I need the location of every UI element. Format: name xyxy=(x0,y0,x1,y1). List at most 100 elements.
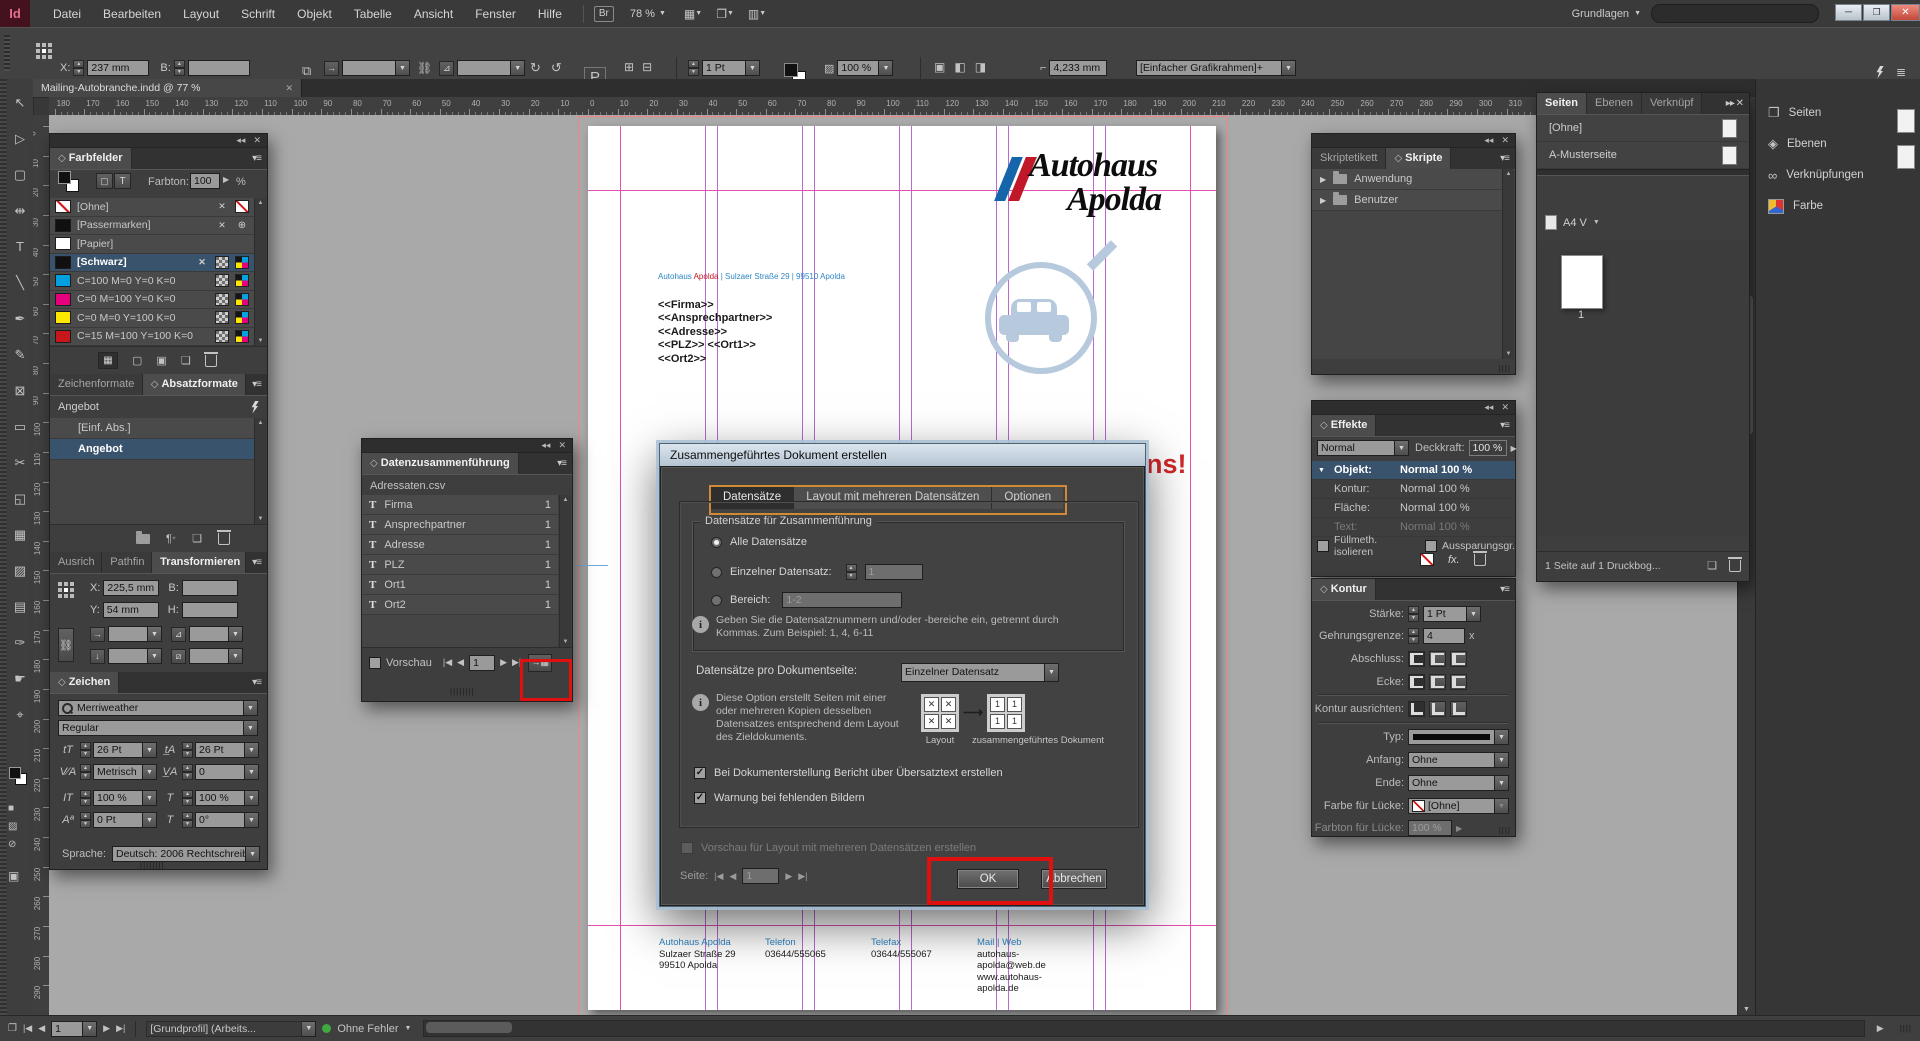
fx-button[interactable]: fx. xyxy=(1448,554,1460,566)
tab-skriptetikett[interactable]: Skriptetikett xyxy=(1312,148,1386,169)
dialog-page-field[interactable]: 1 xyxy=(742,868,779,884)
zeichen-leading-combo[interactable]: 26 Pt▼ xyxy=(195,742,259,758)
swatch-view-list-button[interactable]: ▢ xyxy=(132,354,142,367)
language-combo[interactable]: Deutsch: 2006 Rechtschreibr...▼ xyxy=(112,846,260,862)
fill-stroke-proxy[interactable] xyxy=(58,171,80,193)
tab-ebenen[interactable]: Ebenen xyxy=(1587,93,1642,114)
gap-color-combo[interactable]: [Ohne]▼ xyxy=(1408,798,1509,814)
merge-field-placeholder[interactable]: <<PLZ>> <<Ort1>> xyxy=(658,339,772,352)
cap-button-3[interactable] xyxy=(1450,651,1467,667)
menu-bearbeiten[interactable]: Bearbeiten xyxy=(92,0,172,27)
chevron-down-icon[interactable]: ▼ xyxy=(405,1025,412,1032)
merge-field-placeholder[interactable]: <<Ansprechpartner>> xyxy=(658,312,772,325)
opacity-slider-icon[interactable]: ▶ xyxy=(1511,444,1517,453)
opacity-combo[interactable]: 100 %▼ xyxy=(837,60,893,76)
tab-effekte[interactable]: ◇Effekte xyxy=(1312,415,1376,436)
line-tool[interactable]: ╲ xyxy=(7,271,33,295)
join-button-3[interactable] xyxy=(1450,674,1467,690)
panel-resize-grip[interactable]: |||| xyxy=(1499,828,1511,834)
formatting-text-button[interactable]: T xyxy=(114,173,131,189)
master-page-row[interactable]: A-Musterseite xyxy=(1537,142,1749,169)
effects-row[interactable]: ▼Fläche:Normal 100 % xyxy=(1312,499,1515,518)
tab-zeichenformate[interactable]: Zeichenformate xyxy=(50,374,143,395)
delete-style-button[interactable] xyxy=(218,533,230,545)
pen-tool[interactable]: ✒ xyxy=(7,307,33,331)
next-page-icon[interactable]: ▶ xyxy=(785,871,792,882)
tab-ausrichten[interactable]: Ausrich xyxy=(50,552,102,573)
menu-datei[interactable]: Datei xyxy=(42,0,92,27)
b-field[interactable] xyxy=(188,60,250,76)
merge-field-placeholder[interactable]: <<Adresse>> xyxy=(658,326,772,339)
data-source-row[interactable]: Adressaten.csv xyxy=(362,475,572,497)
quick-apply-icon[interactable] xyxy=(1876,66,1884,79)
panel-menu-icon[interactable]: ▾≡ xyxy=(551,458,572,469)
merge-field-row[interactable]: TOrt21 xyxy=(362,595,558,615)
cap-button-2[interactable] xyxy=(1429,651,1446,667)
font-style-combo[interactable]: Regular▼ xyxy=(58,720,258,736)
search-input[interactable] xyxy=(1651,4,1819,23)
zeichen-leading-stepper[interactable]: ▲▼ xyxy=(182,742,193,758)
tab-absatzformate[interactable]: ◇Absatzformate xyxy=(143,374,246,395)
dock-item-ebenen[interactable]: ◈Ebenen xyxy=(1756,130,1906,158)
first-record-icon[interactable]: |◀ xyxy=(443,657,452,668)
constrain-proportions-icon[interactable]: ⧉ xyxy=(302,63,311,79)
tab-transformieren[interactable]: Transformieren xyxy=(152,552,246,573)
datamerge-scrollbar[interactable]: ▲▼ xyxy=(559,495,571,647)
scale-x-combo[interactable]: ▼ xyxy=(342,60,410,76)
single-record-field[interactable]: 1 xyxy=(865,564,923,580)
merge-field-row[interactable]: TFirma1 xyxy=(362,495,558,515)
panel-menu-icon[interactable]: ▾≡ xyxy=(1494,420,1515,431)
note-tool[interactable]: ▤ xyxy=(7,595,33,619)
stroke-type-combo[interactable]: ▼ xyxy=(1408,729,1509,745)
swatch-row[interactable]: C=0 M=100 Y=0 K=0 xyxy=(50,291,254,310)
select-content-icon[interactable]: ⊟ xyxy=(642,60,652,74)
zeichen-baseline-shift-combo[interactable]: 0 Pt▼ xyxy=(93,812,157,828)
create-merged-document-button[interactable]: →▦ xyxy=(528,654,552,672)
dock-item-farbe[interactable]: Farbe xyxy=(1756,192,1906,220)
panel-resize-grip[interactable]: |||||||| xyxy=(450,689,475,695)
zeichen-kerning-stepper[interactable]: ▲▼ xyxy=(80,764,91,780)
scrollbar-thumb[interactable] xyxy=(426,1022,512,1033)
last-page-button[interactable]: ▶| xyxy=(116,1023,125,1034)
new-style-button[interactable]: ❏ xyxy=(192,532,202,545)
rectangle-frame-tool[interactable]: ⊠ xyxy=(7,379,33,403)
zeichen-tracking-stepper[interactable]: ▲▼ xyxy=(182,764,193,780)
direct-selection-tool[interactable]: ▷ xyxy=(7,127,33,151)
stroke-end-combo[interactable]: Ohne▼ xyxy=(1408,775,1509,791)
page-thumbnail[interactable] xyxy=(1561,255,1603,309)
next-page-button[interactable]: ▶ xyxy=(103,1023,110,1034)
wrap-none-icon[interactable]: ▣ xyxy=(934,60,945,74)
align-stroke-button-3[interactable] xyxy=(1450,701,1467,717)
zeichen-tracking-combo[interactable]: 0▼ xyxy=(195,764,259,780)
apply-color-button[interactable]: ■ xyxy=(8,803,14,814)
merge-field-row[interactable]: TAdresse1 xyxy=(362,535,558,555)
zeichen-horizontal-scale-stepper[interactable]: ▲▼ xyxy=(182,790,193,806)
margin-guide[interactable] xyxy=(1190,126,1191,1010)
panel-menu-icon[interactable]: ▸▸ ✕ xyxy=(1720,98,1749,109)
close-icon[interactable]: ✕ xyxy=(253,135,261,146)
maximize-button[interactable]: ❐ xyxy=(1863,4,1890,21)
rectangle-tool[interactable]: ▭ xyxy=(7,415,33,439)
workspace-switcher[interactable]: Grundlagen▼ xyxy=(1572,8,1641,20)
effects-row[interactable]: ▼Kontur:Normal 100 % xyxy=(1312,480,1515,499)
stroke-weight-combo[interactable]: 1 Pt▼ xyxy=(702,60,760,76)
zoom-tool[interactable]: ⌖ xyxy=(7,703,33,727)
stepper[interactable]: ▲▼ xyxy=(1408,628,1419,644)
pages-splitter[interactable] xyxy=(1537,169,1749,176)
page-number-combo[interactable]: 1▼ xyxy=(51,1021,97,1037)
margin-guide[interactable] xyxy=(620,126,621,1010)
swatch-view-small-button[interactable]: ▣ xyxy=(156,354,166,367)
last-page-icon[interactable]: ▶| xyxy=(798,871,807,882)
tscale-y-combo[interactable]: ▼ xyxy=(108,648,162,664)
overset-report-checkbox[interactable]: ✓ xyxy=(694,767,706,779)
paragraph-style-row[interactable]: Angebot xyxy=(50,439,254,460)
zeichen-font-size-combo[interactable]: 26 Pt▼ xyxy=(93,742,157,758)
swatch-row[interactable]: [Papier] xyxy=(50,235,254,254)
join-button-1[interactable] xyxy=(1408,674,1425,690)
wrap-shape-icon[interactable]: ◨ xyxy=(975,60,986,74)
preview-checkbox[interactable] xyxy=(369,657,381,669)
delete-effect-button[interactable] xyxy=(1474,554,1486,566)
range-field[interactable]: 1-2 xyxy=(782,592,902,608)
dialog-title-bar[interactable]: Zusammengeführtes Dokument erstellen xyxy=(660,444,1145,466)
blend-mode-combo[interactable]: Normal▼ xyxy=(1317,440,1409,456)
